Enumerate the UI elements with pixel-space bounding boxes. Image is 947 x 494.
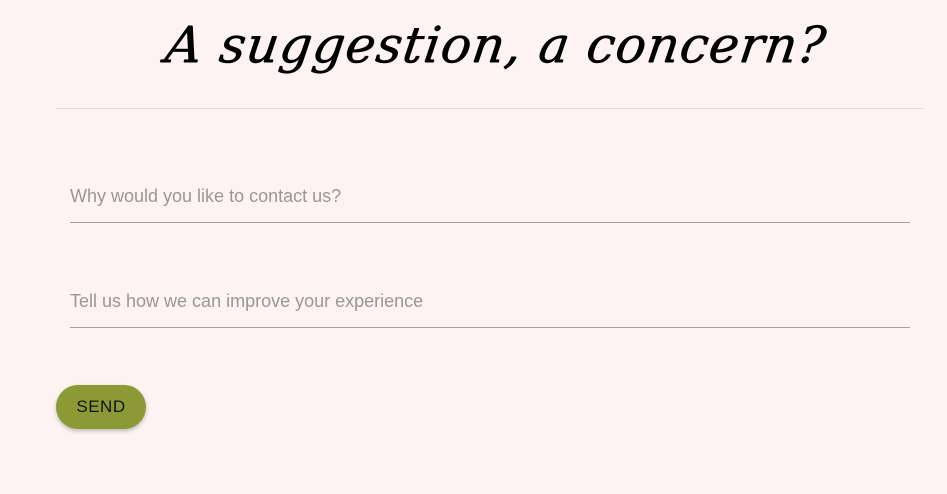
reason-field-container	[70, 182, 910, 223]
send-button[interactable]: SEND	[56, 385, 146, 429]
page-title: A suggestion, a concern?	[161, 16, 830, 74]
contact-page: A suggestion, a concern? SEND	[0, 0, 947, 494]
heading-section: A suggestion, a concern?	[56, 0, 923, 109]
feedback-input[interactable]	[70, 287, 910, 315]
feedback-field-container	[70, 287, 910, 328]
reason-input[interactable]	[70, 182, 910, 210]
